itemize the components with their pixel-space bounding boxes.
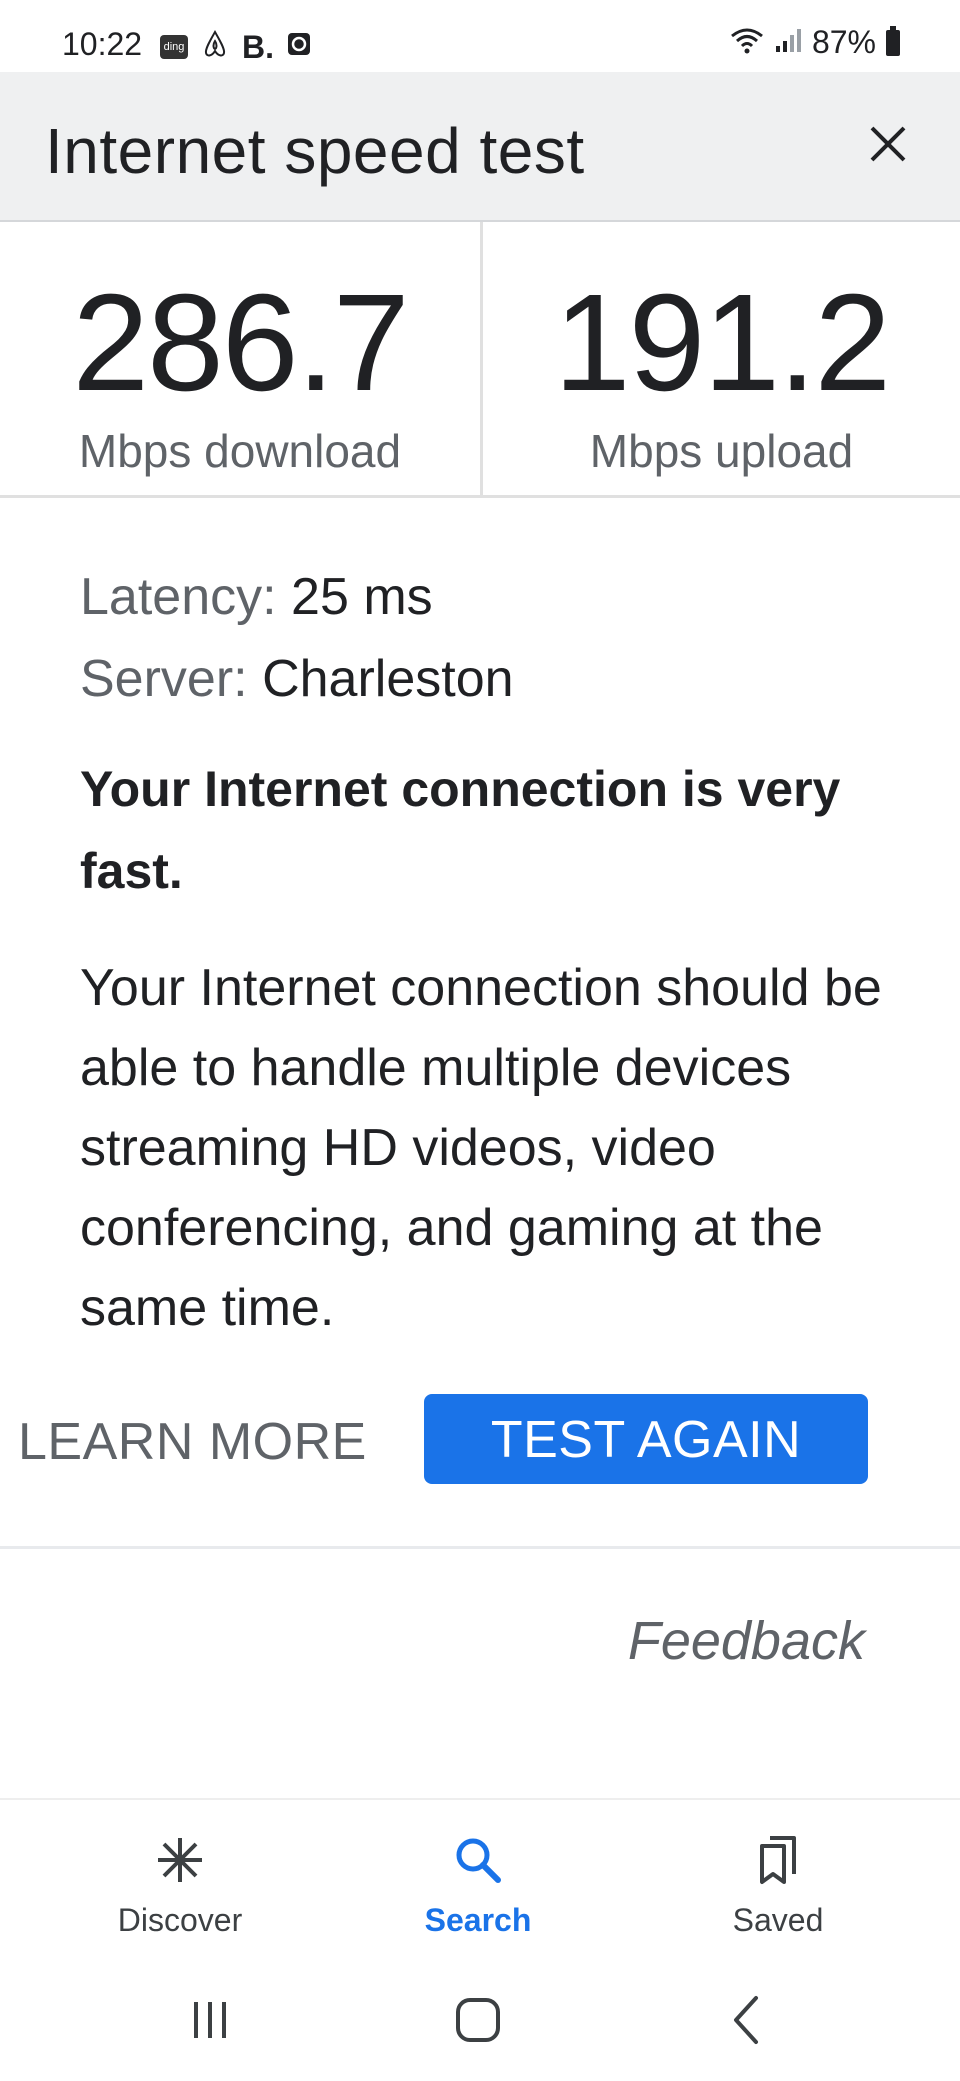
feedback-link[interactable]: Feedback [628, 1610, 865, 1672]
speed-test-header: Internet speed test [0, 72, 960, 222]
asterisk-icon [158, 1838, 202, 1882]
home-button[interactable] [438, 1980, 518, 2060]
download-result: 286.7 Mbps download [0, 222, 480, 478]
recents-button[interactable] [170, 1980, 250, 2060]
system-navigation-bar [0, 1958, 960, 2081]
test-again-button[interactable]: TEST AGAIN [424, 1394, 868, 1484]
download-speed-value: 286.7 [72, 266, 409, 420]
status-time: 10:22 [62, 26, 143, 62]
upload-speed-value: 191.2 [553, 266, 891, 420]
server-value: Charleston [262, 650, 514, 708]
bookmarks-icon [760, 1836, 796, 1884]
latency-row: Latency: 25 ms [80, 556, 900, 638]
airbnb-icon [200, 29, 230, 64]
nav-search[interactable]: Search [368, 1830, 588, 1939]
connection-description: Your Internet connection should be able … [80, 959, 882, 1337]
booking-icon: B. [242, 28, 274, 65]
connection-summary: Your Internet connection is very fast. [80, 761, 841, 899]
server-label: Server: [80, 650, 248, 708]
search-icon [456, 1838, 501, 1883]
upload-speed-label: Mbps upload [589, 425, 854, 477]
nav-saved-label: Saved [732, 1902, 824, 1938]
home-icon [456, 1998, 500, 2042]
battery-icon [886, 25, 900, 56]
recents-icon [194, 2002, 226, 2038]
signal-icon [774, 26, 802, 59]
app-notification-icon-2 [286, 31, 312, 62]
learn-more-button[interactable]: LEARN MORE [18, 1412, 367, 1472]
close-button[interactable] [858, 114, 918, 174]
notification-icons: ding B. [160, 29, 312, 64]
download-speed-label: Mbps download [78, 425, 402, 477]
wifi-icon [730, 26, 764, 59]
system-status: 87% [730, 24, 900, 61]
bottom-navigation: Discover Search Saved [0, 1798, 960, 1960]
latency-value: 25 ms [291, 568, 433, 626]
test-details: Latency: 25 ms Server: Charleston [80, 556, 900, 720]
back-button[interactable] [708, 1980, 788, 2060]
nav-discover-label: Discover [117, 1902, 243, 1938]
app-notification-icon: ding [160, 34, 188, 59]
nav-search-label: Search [424, 1902, 532, 1938]
battery-percent: 87% [811, 24, 876, 60]
back-icon [734, 1996, 758, 2044]
page-title: Internet speed test [45, 115, 585, 187]
close-icon [870, 126, 906, 162]
latency-label: Latency: [80, 568, 277, 626]
server-row: Server: Charleston [80, 638, 900, 720]
nav-saved[interactable]: Saved [668, 1830, 888, 1939]
upload-result: 191.2 Mbps upload [483, 222, 960, 478]
nav-discover[interactable]: Discover [70, 1830, 290, 1939]
speed-results: 286.7 Mbps download 191.2 Mbps upload [0, 222, 960, 498]
status-bar: 10:22 ding B. 87% [0, 0, 960, 72]
actions-divider [0, 1546, 960, 1549]
